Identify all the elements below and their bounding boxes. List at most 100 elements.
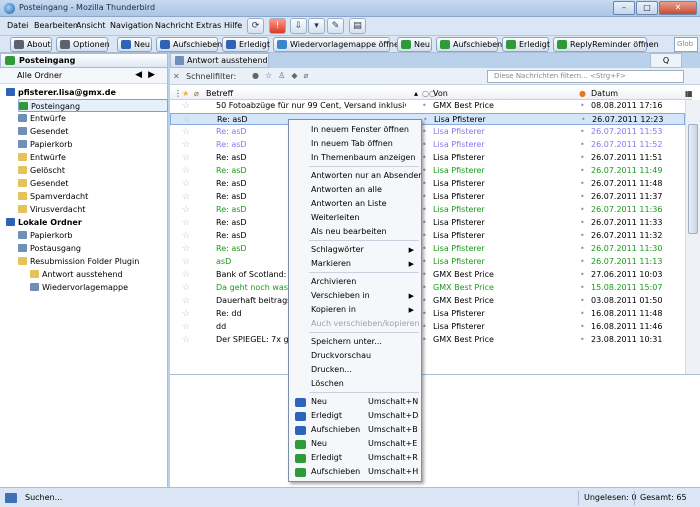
download-icon[interactable]: ⇩ xyxy=(290,18,307,34)
prev-folder-view-icon[interactable]: ◀ xyxy=(135,70,148,80)
read-status-icon[interactable]: • xyxy=(422,100,427,112)
star-icon[interactable]: ☆ xyxy=(182,282,190,294)
dropdown-icon[interactable]: ▾ xyxy=(308,18,325,34)
context-menu-item[interactable]: Antworten an Liste xyxy=(290,197,420,211)
star-column-icon[interactable]: ★ xyxy=(182,89,189,98)
menu-hilfe[interactable]: Hilfe xyxy=(224,21,242,30)
read-status-icon[interactable]: • xyxy=(422,243,427,255)
junk-status-icon[interactable]: • xyxy=(580,321,585,333)
junk-status-icon[interactable]: • xyxy=(580,204,585,216)
read-status-icon[interactable]: • xyxy=(422,282,427,294)
folder-item[interactable]: pfisterer.lisa@gmx.de xyxy=(6,86,116,99)
read-status-icon[interactable]: • xyxy=(422,334,427,346)
read-status-icon[interactable]: • xyxy=(422,165,427,177)
junk-status-icon[interactable]: • xyxy=(580,152,585,164)
context-menu-item[interactable]: In neuem Fenster öffnen xyxy=(290,123,420,137)
star-icon[interactable]: ☆ xyxy=(182,152,190,164)
context-menu-item[interactable]: Archivieren xyxy=(290,275,420,289)
next-folder-view-icon[interactable]: ▶ xyxy=(148,70,161,80)
message-row[interactable]: ☆ 50 Fotoabzüge für nur 99 Cent, Versand … xyxy=(170,100,685,112)
message-list-scrollbar[interactable] xyxy=(685,100,700,400)
read-status-icon[interactable]: • xyxy=(422,295,427,307)
message-row[interactable]: ☆ asD • Lisa Pfisterer • 26.07.2011 11:13 xyxy=(170,256,685,268)
filter-contact-icon[interactable]: ♙ xyxy=(278,71,291,80)
junk-status-icon[interactable]: • xyxy=(580,100,585,112)
message-row[interactable]: ☆ dd • Lisa Pfisterer • 16.08.2011 11:46 xyxy=(170,321,685,333)
filter-unread-icon[interactable]: ● xyxy=(252,71,265,80)
search-tab-button[interactable]: Q xyxy=(650,53,682,68)
read-status-icon[interactable]: • xyxy=(422,139,427,151)
thread-column-icon[interactable]: ⋮ xyxy=(174,89,182,98)
resub-postpone-button[interactable]: Aufschieben xyxy=(156,37,222,52)
filter-attachment-icon[interactable]: ⌀ xyxy=(303,71,314,80)
read-status-icon[interactable]: • xyxy=(423,114,428,124)
read-status-icon[interactable]: • xyxy=(422,230,427,242)
context-menu-item[interactable]: Antworten an alle xyxy=(290,183,420,197)
junk-status-icon[interactable]: • xyxy=(580,230,585,242)
read-status-icon[interactable]: • xyxy=(422,217,427,229)
menu-ansicht[interactable]: Ansicht xyxy=(76,21,106,30)
menu-nachricht[interactable]: Nachricht xyxy=(155,21,193,30)
alert-icon[interactable]: ! xyxy=(269,18,286,34)
junk-status-icon[interactable]: • xyxy=(581,114,586,124)
junk-column-icon[interactable]: ● xyxy=(579,89,586,98)
star-icon[interactable]: ☆ xyxy=(182,217,190,229)
context-menu-item[interactable]: Erledigt Umschalt+R xyxy=(290,451,420,465)
star-icon[interactable]: ☆ xyxy=(182,178,190,190)
context-menu-item[interactable]: Antworten nur an Absender xyxy=(290,169,422,183)
star-icon[interactable]: ☆ xyxy=(182,100,190,112)
menu-extras[interactable]: Extras xyxy=(196,21,221,30)
junk-status-icon[interactable]: • xyxy=(580,178,585,190)
star-icon[interactable]: ☆ xyxy=(182,308,190,320)
read-status-icon[interactable]: • xyxy=(422,126,427,138)
read-status-icon[interactable]: • xyxy=(422,321,427,333)
subject-column-header[interactable]: Betreff xyxy=(206,89,233,98)
junk-status-icon[interactable]: • xyxy=(580,139,585,151)
junk-status-icon[interactable]: • xyxy=(580,165,585,177)
context-menu-item[interactable]: Druckvorschau xyxy=(290,349,420,363)
star-icon[interactable]: ☆ xyxy=(182,321,190,333)
context-menu-item[interactable]: Schlagwörter ▶ xyxy=(290,243,420,257)
context-menu-item[interactable]: Neu Umschalt+E xyxy=(290,437,420,451)
context-menu-item[interactable]: Erledigt Umschalt+D xyxy=(290,409,420,423)
message-row[interactable]: ☆ Re: asD • Lisa Pfisterer • 26.07.2011 11:53 xyxy=(170,126,685,138)
junk-status-icon[interactable]: • xyxy=(580,256,585,268)
junk-status-icon[interactable]: • xyxy=(580,295,585,307)
folder-item[interactable]: Gesendet xyxy=(18,125,68,138)
context-menu-item[interactable]: Löschen xyxy=(290,377,420,391)
context-menu-item[interactable]: Aufschieben Umschalt+B xyxy=(290,423,420,437)
context-menu-item[interactable]: Speichern unter... xyxy=(290,335,420,349)
folder-item[interactable]: Gelöscht xyxy=(18,164,65,177)
junk-status-icon[interactable]: • xyxy=(580,282,585,294)
from-column-header[interactable]: Von xyxy=(433,89,448,98)
folder-item[interactable]: Gesendet xyxy=(18,177,68,190)
attachment-column-icon[interactable]: ⌀ xyxy=(194,89,199,98)
message-row[interactable]: ☆ Re: asD • Lisa Pfisterer • 26.07.2011 11:52 xyxy=(170,139,685,151)
folder-item[interactable]: Wiedervorlagemappe xyxy=(30,281,128,294)
star-icon[interactable]: ☆ xyxy=(183,114,191,124)
context-menu-item[interactable]: Verschieben in ▶ xyxy=(290,289,420,303)
star-icon[interactable]: ☆ xyxy=(182,334,190,346)
scrollbar-thumb[interactable] xyxy=(688,124,698,234)
folder-item[interactable]: Entwürfe xyxy=(18,151,66,164)
folder-item[interactable]: Papierkorb xyxy=(18,138,73,151)
date-column-header[interactable]: Datum xyxy=(591,89,618,98)
all-folders-label[interactable]: Alle Ordner xyxy=(17,71,62,80)
message-row[interactable]: ☆ Re: asD • Lisa Pfisterer • 26.07.2011 11:37 xyxy=(170,191,685,203)
filter-tag-icon[interactable]: ◆ xyxy=(291,71,303,80)
message-row[interactable]: ☆ Re: asD • Lisa Pfisterer • 26.07.2011 11:36 xyxy=(170,204,685,216)
context-menu-item[interactable]: In neuem Tab öffnen xyxy=(290,137,420,151)
refresh-icon[interactable]: ⟳ xyxy=(247,18,264,34)
message-row[interactable]: ☆ Da geht noch was: Zin • GMX Best Price • 15… xyxy=(170,282,685,294)
folder-item[interactable]: Spamverdacht xyxy=(18,190,88,203)
maximize-button[interactable]: □ xyxy=(636,1,658,15)
folder-item[interactable]: Entwürfe xyxy=(18,112,66,125)
read-status-icon[interactable]: • xyxy=(422,308,427,320)
message-filter-input[interactable]: Diese Nachrichten filtern... <Strg+F> xyxy=(487,70,684,83)
context-menu-item[interactable]: Aufschieben Umschalt+H xyxy=(290,465,420,479)
star-icon[interactable]: ☆ xyxy=(182,295,190,307)
minimize-button[interactable]: – xyxy=(613,1,635,15)
read-status-icon[interactable]: • xyxy=(422,178,427,190)
message-row[interactable]: ☆ Re: asD • Lisa Pfisterer • 26.07.2011 11:48 xyxy=(170,178,685,190)
about-button[interactable]: About xyxy=(10,37,52,52)
